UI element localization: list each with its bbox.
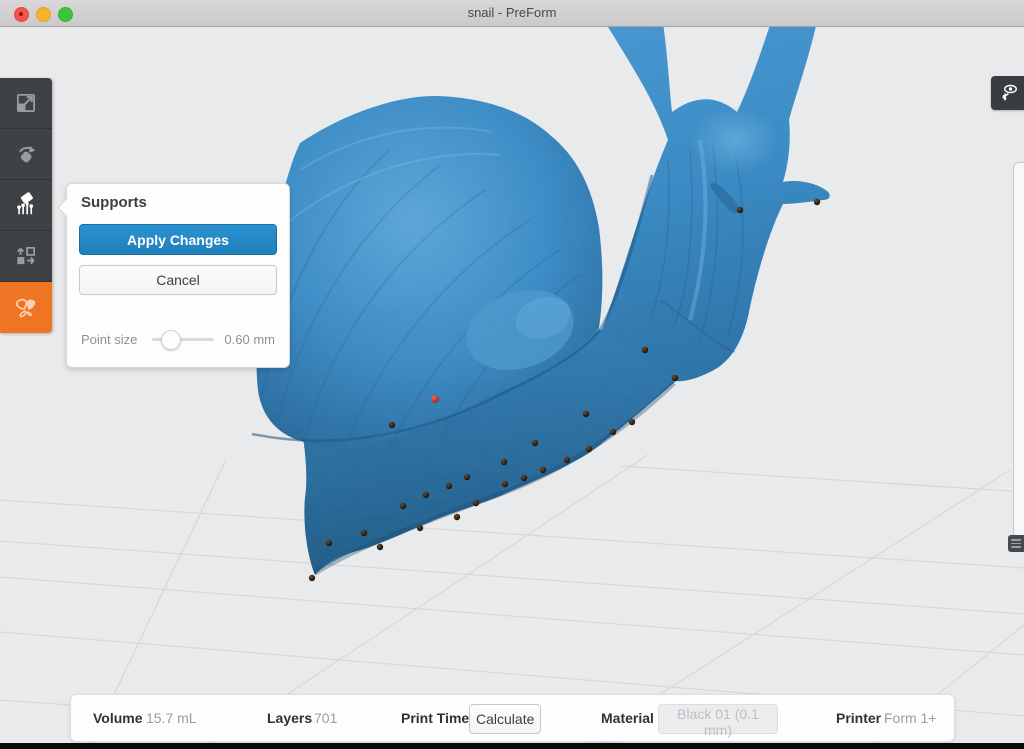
layout-icon <box>13 243 39 269</box>
support-point[interactable] <box>473 500 479 506</box>
support-point[interactable] <box>502 481 508 487</box>
support-point[interactable] <box>672 375 678 381</box>
formlabs-butterfly-icon <box>12 294 40 322</box>
support-point[interactable] <box>361 530 367 536</box>
preform-window: { "window": { "title": "snail - PreForm"… <box>0 0 1024 749</box>
support-point[interactable] <box>521 475 527 481</box>
screen-bottom-strip <box>0 743 1024 749</box>
support-point[interactable] <box>454 514 460 520</box>
formlabs-logo-button[interactable] <box>0 282 52 333</box>
window-title: snail - PreForm <box>0 0 1024 26</box>
support-point[interactable] <box>309 575 315 581</box>
apply-changes-button[interactable]: Apply Changes <box>79 224 277 255</box>
support-point[interactable] <box>400 503 406 509</box>
orbit-view-icon <box>996 81 1020 105</box>
point-size-value: 0.60 mm <box>224 332 275 347</box>
material-label: Material <box>601 710 654 726</box>
support-point[interactable] <box>377 544 383 550</box>
layer-slider-track[interactable] <box>1013 162 1024 538</box>
support-point[interactable] <box>423 492 429 498</box>
support-point[interactable] <box>389 422 395 428</box>
point-size-label: Point size <box>81 332 137 347</box>
support-point[interactable] <box>564 457 570 463</box>
rotate-tool-button[interactable] <box>0 129 52 180</box>
scale-icon <box>13 90 39 116</box>
supports-panel-title: Supports <box>81 194 147 211</box>
volume-label: Volume <box>93 710 143 726</box>
printer-label: Printer <box>836 710 881 726</box>
support-point[interactable] <box>642 347 648 353</box>
support-point[interactable] <box>446 483 452 489</box>
support-point[interactable] <box>326 540 332 546</box>
orbit-view-button[interactable] <box>991 76 1024 110</box>
support-point[interactable] <box>583 411 589 417</box>
titlebar: snail - PreForm <box>0 0 1024 27</box>
support-point[interactable] <box>814 199 820 205</box>
layer-slider-thumb[interactable] <box>1008 535 1024 552</box>
support-point[interactable] <box>629 419 635 425</box>
layers-value: 701 <box>314 710 337 726</box>
tool-sidebar <box>0 78 52 333</box>
support-point[interactable] <box>610 429 616 435</box>
supports-panel: Supports Apply Changes Cancel Point size… <box>66 183 290 368</box>
printer-value: Form 1+ <box>884 710 937 726</box>
point-size-slider-thumb[interactable] <box>161 330 181 350</box>
supports-icon <box>13 192 39 218</box>
supports-tool-button[interactable] <box>0 180 52 231</box>
layers-label: Layers <box>267 710 312 726</box>
support-point[interactable] <box>417 525 423 531</box>
selected-support-point[interactable] <box>431 395 439 403</box>
support-point[interactable] <box>501 459 507 465</box>
calculate-button[interactable]: Calculate <box>469 704 541 734</box>
cancel-button[interactable]: Cancel <box>79 265 277 295</box>
layout-tool-button[interactable] <box>0 231 52 282</box>
volume-value: 15.7 mL <box>146 710 197 726</box>
status-bar: Volume 15.7 mL Layers 701 Print Time Cal… <box>70 694 955 742</box>
support-point[interactable] <box>737 207 743 213</box>
3d-viewport[interactable] <box>0 0 1024 749</box>
support-point[interactable] <box>532 440 538 446</box>
print-time-label: Print Time <box>401 710 469 726</box>
point-size-slider-track[interactable] <box>152 338 214 341</box>
support-point[interactable] <box>540 467 546 473</box>
scale-tool-button[interactable] <box>0 78 52 129</box>
material-button[interactable]: Black 01 (0.1 mm) <box>658 704 778 734</box>
support-point[interactable] <box>586 446 592 452</box>
rotate-icon <box>13 141 39 167</box>
support-point[interactable] <box>464 474 470 480</box>
